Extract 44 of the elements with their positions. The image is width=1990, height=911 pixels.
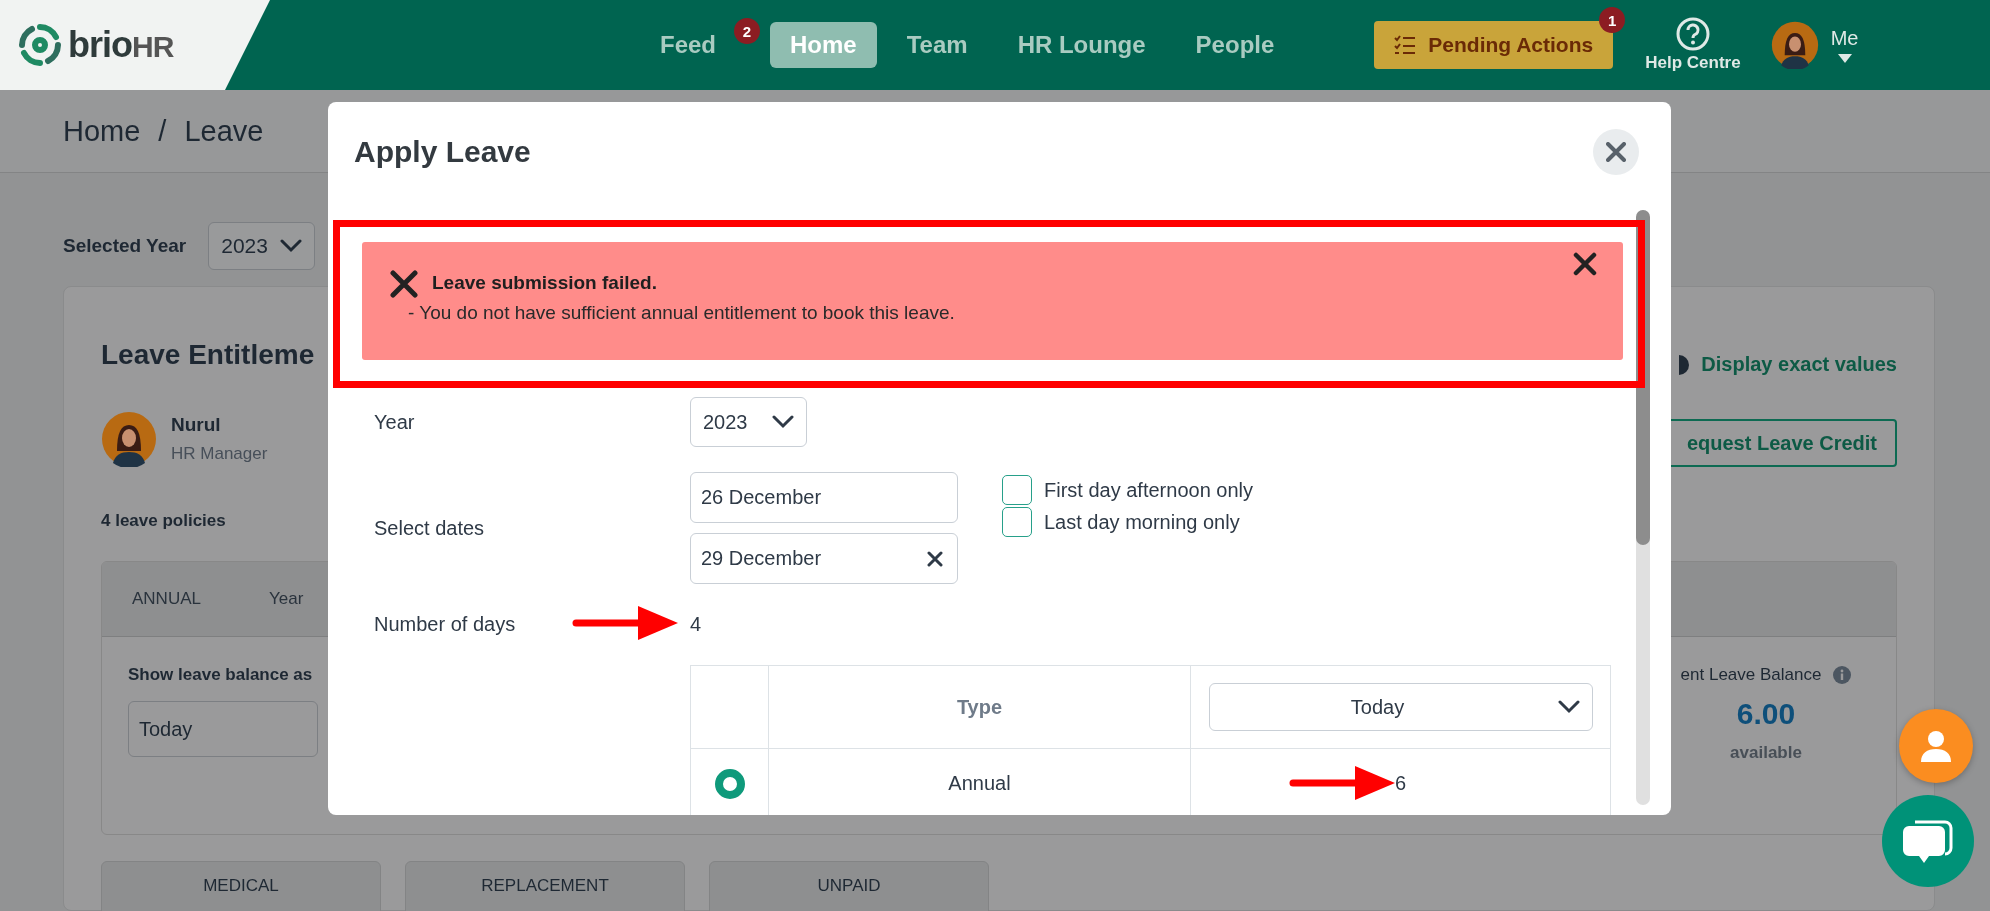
- policy-tab[interactable]: UNPAID: [709, 861, 989, 911]
- year-select[interactable]: 2023: [208, 222, 315, 270]
- employee-role: HR Manager: [171, 444, 268, 464]
- display-exact-values-link[interactable]: Display exact values: [1679, 353, 1897, 376]
- logo-text: brioHR: [68, 24, 174, 66]
- policy-count: 4 leave policies: [101, 511, 227, 531]
- panel-tab[interactable]: ANNUAL: [132, 589, 201, 609]
- nav-tab[interactable]: Team: [886, 22, 988, 68]
- notification-badge: 2: [734, 18, 760, 44]
- help-centre-link[interactable]: Help Centre: [1645, 17, 1741, 73]
- nav-tab[interactable]: Feed: [640, 22, 736, 68]
- year-select[interactable]: 2023: [690, 397, 807, 447]
- balance-date-select[interactable]: Today: [128, 701, 318, 757]
- user-menu[interactable]: Me: [1830, 27, 1859, 63]
- table-cell: 6: [1394, 772, 1407, 794]
- breadcrumb-separator: /: [158, 114, 167, 148]
- panel-tab[interactable]: Year: [268, 589, 304, 609]
- balance-label: ent Leave Balance: [1680, 665, 1822, 685]
- start-date-field[interactable]: 26 December: [690, 472, 958, 523]
- alert-message: - You do not have sufficient annual entitlement to book this leave.: [408, 302, 955, 324]
- balance-caption: available: [1730, 743, 1802, 763]
- days-value: 4: [690, 612, 702, 636]
- nav-tab[interactable]: HR Lounge: [997, 22, 1166, 68]
- breadcrumb-link[interactable]: Home: [63, 114, 141, 148]
- column-header: Type: [768, 665, 1191, 749]
- option-checkbox[interactable]: First day afternoon only: [1002, 474, 1253, 506]
- field-label: Year: [374, 409, 416, 435]
- date-select[interactable]: Today: [1208, 683, 1593, 731]
- breadcrumb-link[interactable]: Leave: [184, 114, 264, 148]
- notification-badge: 1: [1599, 7, 1626, 33]
- dialog-title: Apply Leave: [354, 135, 531, 169]
- balance-as-label: Show leave balance as: [128, 665, 314, 685]
- end-date-field[interactable]: 29 December: [690, 533, 958, 584]
- card-title: Leave Entitleme: [101, 338, 315, 372]
- year-label: Selected Year: [63, 235, 187, 257]
- field-label: Number of days: [374, 612, 516, 636]
- option-checkbox[interactable]: Last day morning only: [1002, 506, 1253, 538]
- field-label: Select dates: [374, 515, 486, 541]
- nav-tab[interactable]: People: [1175, 22, 1295, 68]
- policy-tab[interactable]: MEDICAL: [101, 861, 381, 911]
- policy-tab[interactable]: REPLACEMENT: [405, 861, 685, 911]
- balance-value: 6.00: [1736, 697, 1796, 731]
- alert-title: Leave submission failed.: [432, 272, 658, 294]
- employee-name: Nurul: [171, 414, 222, 436]
